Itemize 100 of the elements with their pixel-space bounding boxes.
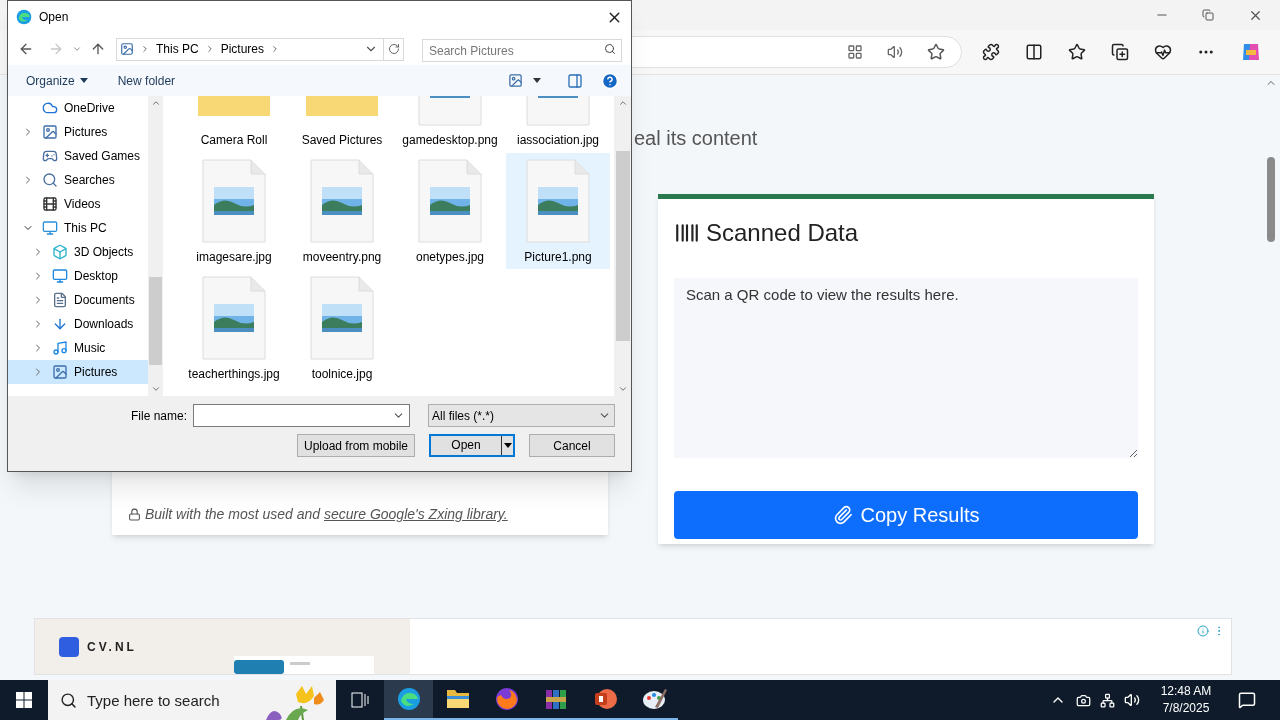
puzzle-icon[interactable] [982, 43, 1000, 61]
copy-results-button[interactable]: Copy Results [674, 491, 1138, 539]
desktop-icon [52, 268, 68, 284]
scroll-up-icon[interactable] [150, 98, 161, 108]
heart-pulse-icon[interactable] [1154, 43, 1172, 61]
image-file-icon [202, 159, 266, 243]
assistant-logo-icon[interactable] [1240, 41, 1262, 63]
restore-icon[interactable] [1202, 9, 1214, 21]
tree-item[interactable]: Searches [8, 168, 148, 192]
caret-icon [79, 78, 88, 83]
presentation-logo-icon [592, 687, 617, 711]
monitor-icon [42, 220, 58, 236]
tree-item[interactable]: Saved Games [8, 144, 148, 168]
image-icon [42, 124, 58, 140]
file-item[interactable]: teacherthings.jpg [182, 270, 286, 386]
split-screen-icon[interactable] [1025, 43, 1043, 61]
file-name-field[interactable] [193, 404, 410, 427]
gamepad-icon [42, 148, 58, 164]
tree-item[interactable]: This PC [8, 216, 148, 240]
scroll-up-icon[interactable] [617, 98, 628, 108]
page-subtitle: eal its content [634, 127, 758, 149]
taskbar-search-field[interactable]: Type here to search [48, 680, 256, 720]
breadcrumb-separator-icon[interactable] [140, 44, 150, 54]
upload-from-mobile-button[interactable]: Upload from mobile [297, 434, 415, 457]
image-icon [52, 364, 68, 380]
results-field[interactable]: Scan a QR code to view the results here. [674, 278, 1138, 458]
open-button[interactable]: Open [429, 434, 515, 457]
tree-item[interactable]: Pictures [8, 360, 148, 384]
tree-item[interactable]: Desktop [8, 264, 148, 288]
tree-item[interactable]: OneDrive [8, 96, 148, 120]
up-icon[interactable] [90, 41, 106, 57]
file-item[interactable]: Camera Roll [182, 96, 286, 152]
search-icon [60, 692, 77, 709]
view-icon[interactable] [508, 73, 523, 88]
brand-logo-icon [59, 636, 79, 657]
camera-icon[interactable] [1076, 692, 1091, 708]
file-name-label: File name: [130, 407, 187, 425]
tree-item[interactable]: Pictures [8, 120, 148, 144]
file-item[interactable]: iassociation.jpg [506, 96, 610, 152]
breadcrumb-item[interactable]: Pictures [220, 40, 265, 58]
file-item[interactable]: onetypes.jpg [398, 153, 502, 269]
file-item[interactable]: Saved Pictures [290, 96, 394, 152]
speaker-icon[interactable] [887, 44, 903, 60]
caret-icon[interactable] [533, 78, 541, 83]
cancel-button[interactable]: Cancel [529, 434, 615, 457]
dialog-title: Open [39, 9, 69, 26]
taskbar-app[interactable] [384, 680, 433, 720]
tree-item[interactable]: Music [8, 336, 148, 360]
app-grid-icon[interactable] [847, 44, 863, 60]
scroll-down-icon[interactable] [150, 384, 161, 394]
network-icon[interactable] [1100, 692, 1115, 708]
image-file-icon [418, 159, 482, 243]
paperclip-icon [832, 505, 853, 525]
file-item[interactable]: moveentry.png [290, 153, 394, 269]
star-icon[interactable] [927, 43, 945, 61]
collections-icon[interactable] [1111, 43, 1129, 61]
tree-item[interactable]: Videos [8, 192, 148, 216]
help-icon[interactable] [601, 71, 619, 90]
library-link[interactable]: secure Google's Zxing library. [324, 506, 508, 522]
image-file-icon [202, 276, 266, 360]
preview-pane-icon[interactable] [567, 72, 583, 89]
tree-item[interactable]: 3D Objects [8, 240, 148, 264]
lock-file-icon [128, 508, 141, 521]
volume-icon[interactable] [1124, 692, 1140, 708]
file-item[interactable]: imagesare.jpg [182, 153, 286, 269]
image-file-icon [526, 159, 590, 243]
organize-button[interactable]: Organize [26, 71, 88, 90]
clock-time[interactable]: 12:48 AM [1160, 683, 1212, 700]
file-item[interactable]: Picture1.png [506, 153, 610, 269]
wave-logo-icon [16, 9, 32, 25]
tree-item[interactable]: Downloads [8, 312, 148, 336]
search-field[interactable]: Search Pictures [422, 39, 622, 62]
file-item[interactable]: gamedesktop.png [398, 96, 502, 152]
folder-icon [445, 688, 470, 710]
scrollbar[interactable] [614, 96, 631, 396]
address-field[interactable]: This PC Pictures [116, 37, 404, 61]
caret-icon[interactable] [503, 443, 512, 448]
search-icon [42, 172, 58, 188]
image-icon [120, 42, 134, 56]
file-item[interactable]: toolnice.jpg [290, 270, 394, 386]
favorites-icon[interactable] [1068, 43, 1086, 61]
scroll-thumb[interactable] [1267, 157, 1275, 242]
library-note: Built with the most used and secure Google's Zxing library. [145, 505, 508, 524]
refresh-icon[interactable] [387, 43, 400, 55]
tree-item[interactable]: Documents [8, 288, 148, 312]
music-icon [52, 340, 68, 356]
new-folder-button[interactable]: New folder [117, 71, 176, 90]
breadcrumb-item[interactable]: This PC [156, 40, 199, 58]
ad-brand: CV.NL [87, 638, 137, 656]
fox-logo-icon [494, 687, 519, 711]
wave-logo-icon [396, 687, 421, 711]
clock-date[interactable]: 7/8/2025 [1162, 700, 1210, 717]
scroll-thumb[interactable] [615, 151, 630, 341]
back-icon[interactable] [18, 41, 34, 57]
scroll-down-icon[interactable] [617, 384, 628, 394]
scrollbar[interactable] [148, 96, 163, 396]
palette-icon [640, 687, 667, 711]
file-type-select[interactable]: All files (*.*) [428, 404, 615, 427]
scroll-thumb[interactable] [149, 277, 162, 365]
notifications-icon[interactable] [1238, 691, 1256, 709]
